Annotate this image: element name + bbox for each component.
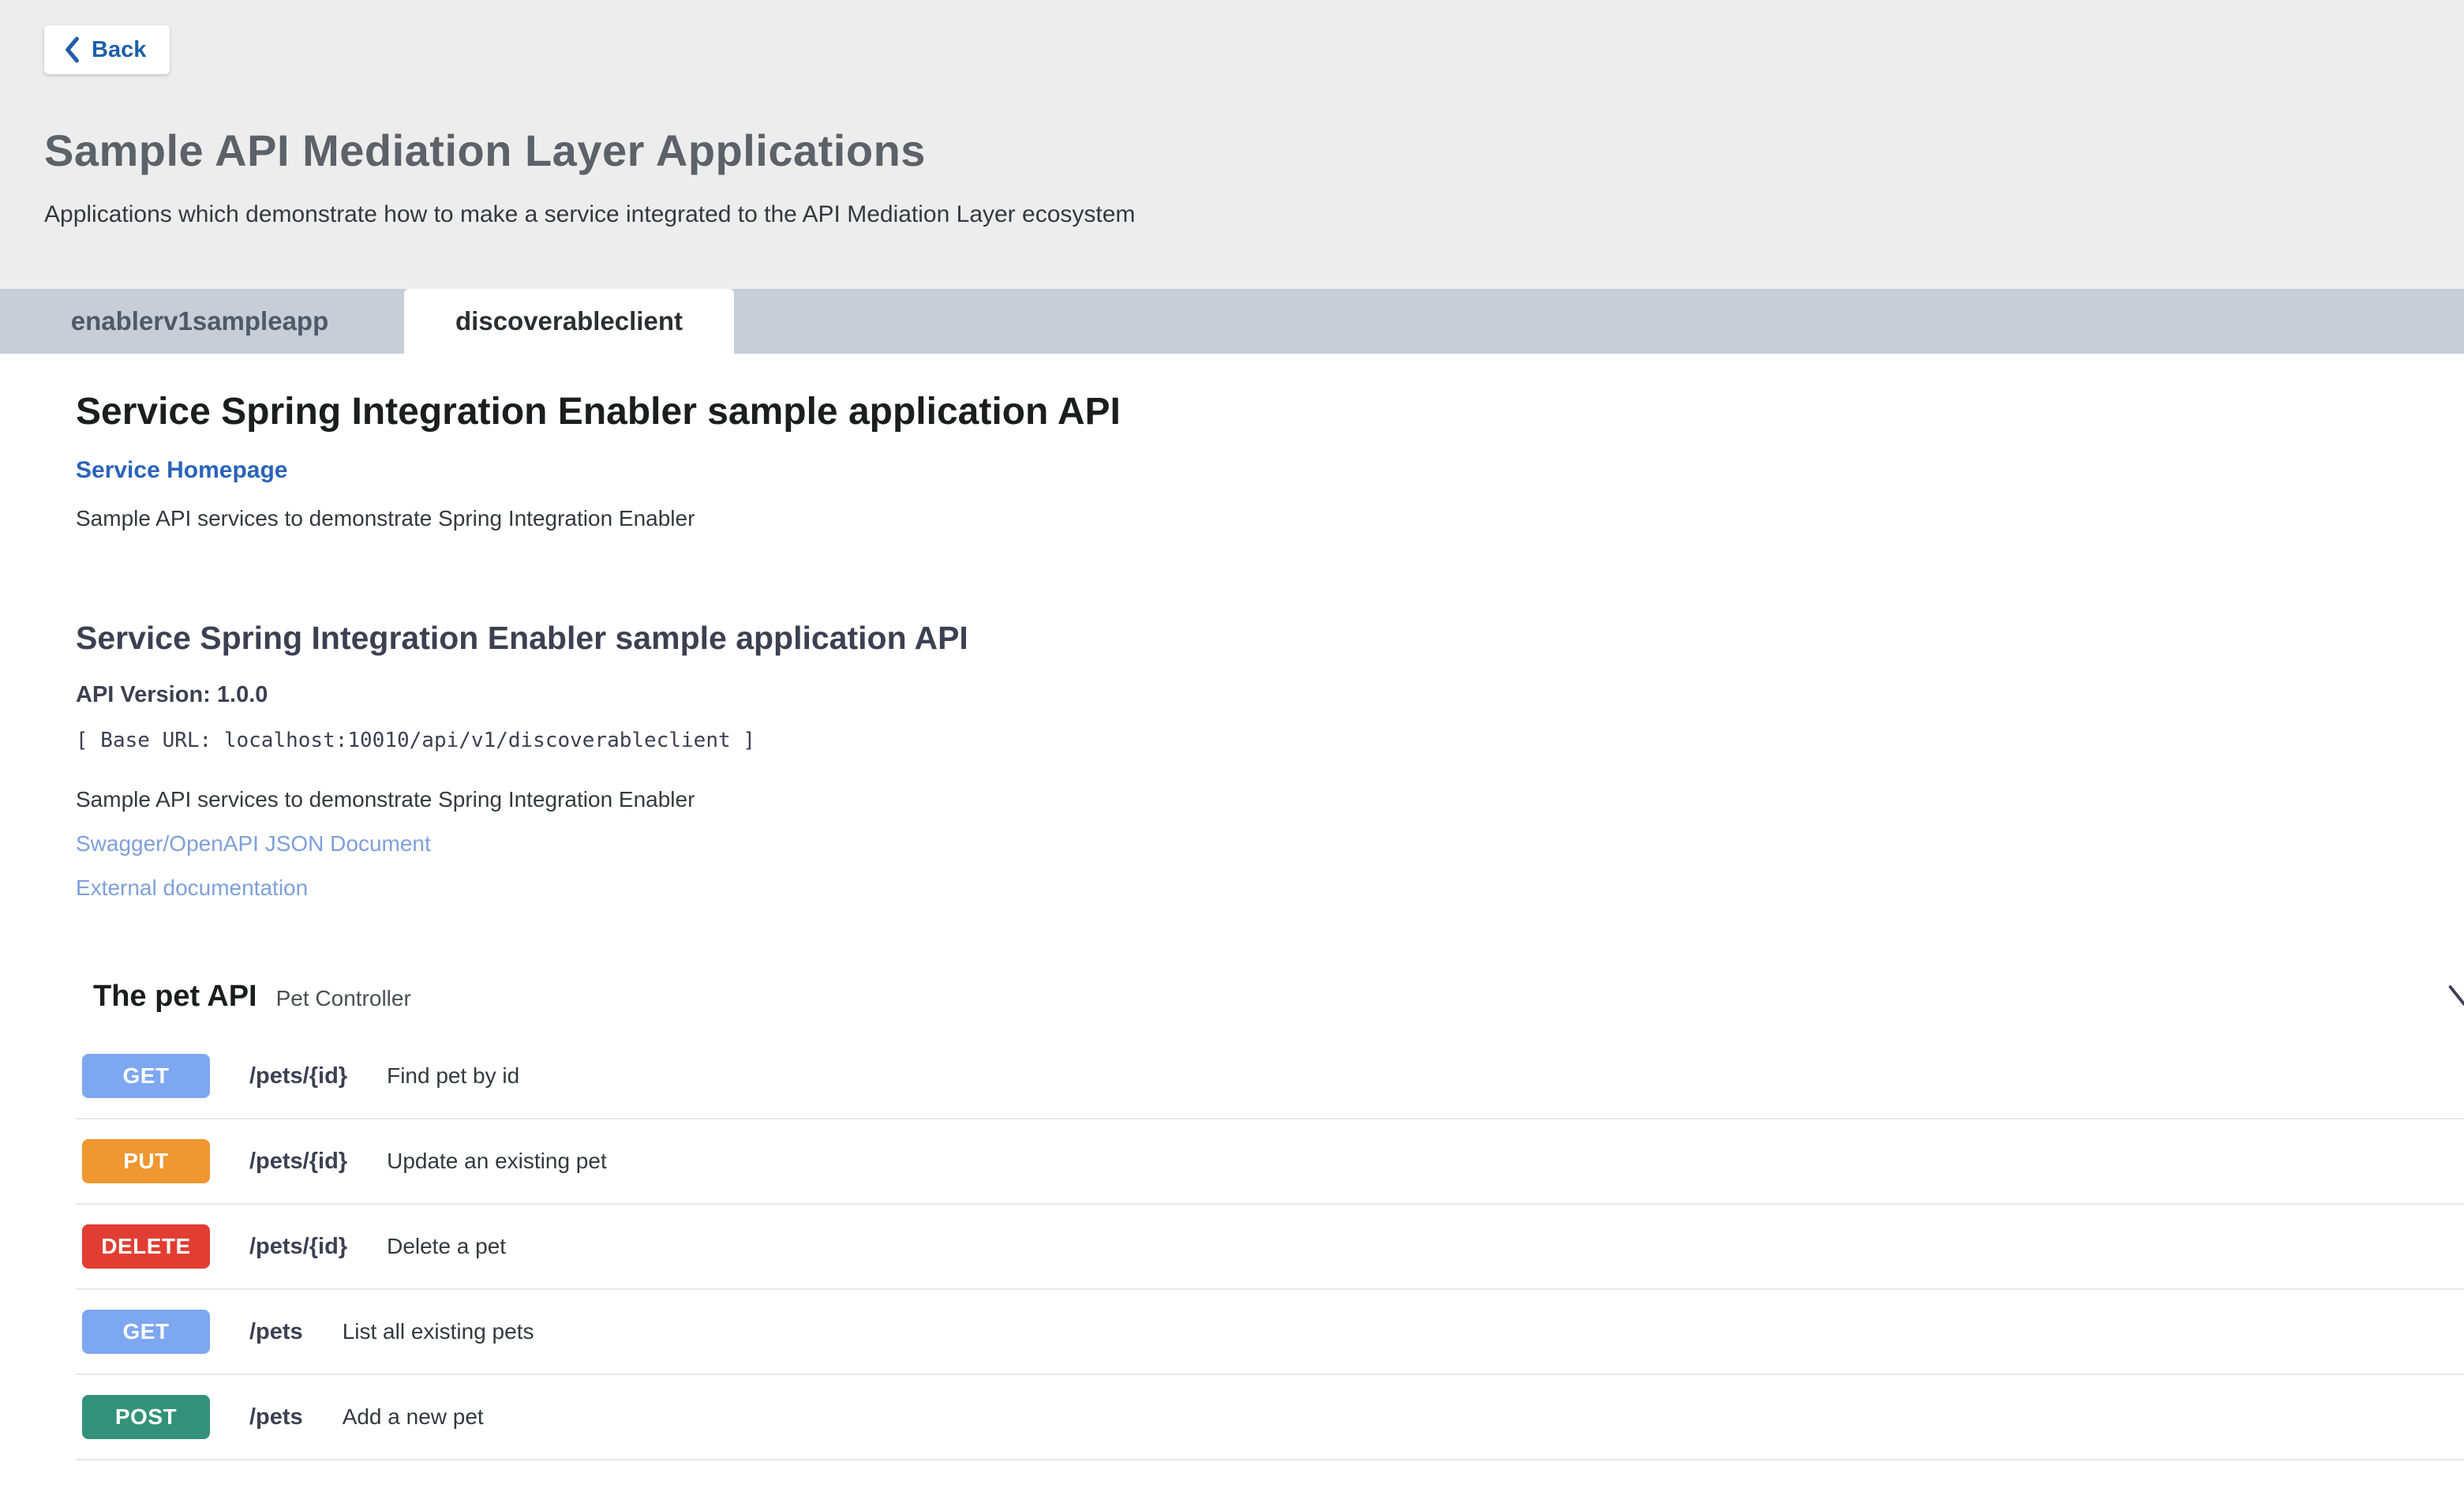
api-base-url: [ Base URL: localhost:10010/api/v1/disco… [76, 729, 2464, 752]
method-badge: GET [82, 1054, 210, 1098]
method-badge: POST [82, 1395, 210, 1439]
api-description: Sample API services to demonstrate Sprin… [76, 787, 2464, 812]
page-title: Sample API Mediation Layer Applications [44, 125, 2464, 176]
tab-discoverableclient[interactable]: discoverableclient [404, 289, 734, 354]
operation-path: /pets [249, 1404, 303, 1430]
page-subtitle: Applications which demonstrate how to ma… [44, 201, 2464, 228]
operation-path: /pets/{id} [249, 1063, 347, 1089]
back-button-label: Back [92, 37, 146, 63]
method-badge: DELETE [82, 1224, 210, 1269]
pet-api-subtitle: Pet Controller [276, 986, 411, 1011]
operation-path: /pets [249, 1319, 303, 1345]
external-docs-link[interactable]: External documentation [76, 875, 2464, 901]
operation-list: GET /pets/{id} Find pet by id PUT /pets/… [76, 1034, 2464, 1460]
method-badge: PUT [82, 1139, 210, 1183]
operation-description: List all existing pets [343, 1319, 534, 1344]
chevron-left-icon [63, 36, 81, 63]
operation-row-get-pet-by-id[interactable]: GET /pets/{id} Find pet by id [76, 1034, 2464, 1119]
operation-path: /pets/{id} [249, 1149, 347, 1175]
operation-description: Add a new pet [343, 1404, 484, 1430]
api-version: API Version: 1.0.0 [76, 682, 2464, 708]
page-header: Back Sample API Mediation Layer Applicat… [0, 0, 2464, 289]
operation-description: Find pet by id [387, 1063, 519, 1089]
operation-row-add-pet[interactable]: POST /pets Add a new pet [76, 1375, 2464, 1460]
tab-enablerv1sampleapp[interactable]: enablerv1sampleapp [0, 289, 399, 354]
service-homepage-link[interactable]: Service Homepage [76, 457, 287, 484]
operation-row-list-pets[interactable]: GET /pets List all existing pets [76, 1290, 2464, 1375]
pet-api-title: The pet API [93, 980, 257, 1014]
main-content: Service Spring Integration Enabler sampl… [0, 354, 2464, 1460]
swagger-json-link[interactable]: Swagger/OpenAPI JSON Document [76, 831, 2464, 857]
api-doc-title: Service Spring Integration Enabler sampl… [76, 620, 2464, 657]
service-description: Sample API services to demonstrate Sprin… [76, 506, 2464, 531]
operation-path: /pets/{id} [249, 1234, 347, 1260]
back-button[interactable]: Back [44, 25, 170, 74]
chevron-down-icon[interactable] [2443, 975, 2464, 1016]
method-badge: GET [82, 1310, 210, 1354]
pet-api-section: The pet API Pet Controller GET /pets/{id… [76, 980, 2464, 1460]
service-title: Service Spring Integration Enabler sampl… [76, 390, 2464, 433]
operation-description: Update an existing pet [387, 1149, 607, 1174]
operation-row-delete-pet[interactable]: DELETE /pets/{id} Delete a pet [76, 1205, 2464, 1290]
service-tabbar: enablerv1sampleapp discoverableclient [0, 289, 2464, 354]
operation-description: Delete a pet [387, 1234, 506, 1259]
operation-row-put-pet[interactable]: PUT /pets/{id} Update an existing pet [76, 1119, 2464, 1205]
pet-api-header[interactable]: The pet API Pet Controller [76, 980, 2464, 1014]
